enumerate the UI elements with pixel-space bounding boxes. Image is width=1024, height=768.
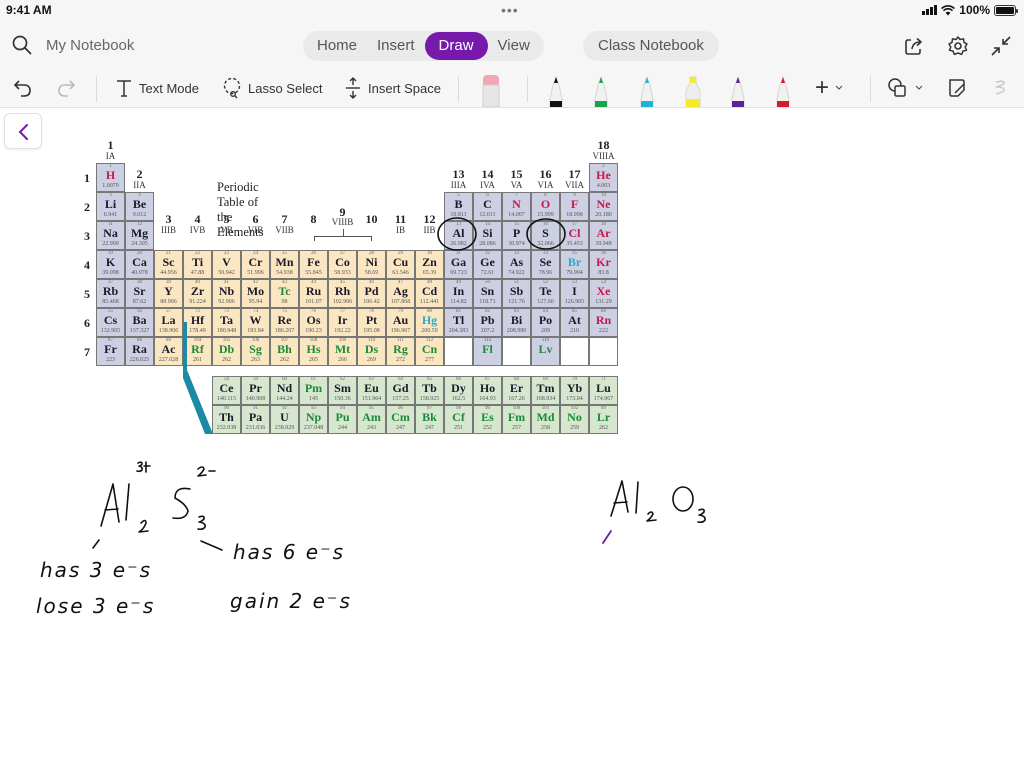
cellular-signal-icon — [922, 5, 938, 15]
battery-icon — [994, 4, 1018, 16]
toolbar-divider — [458, 76, 459, 102]
insert-space-icon — [346, 77, 360, 99]
tab-view[interactable]: View — [488, 32, 540, 60]
chevron-down-icon — [915, 85, 923, 90]
insert-space-label: Insert Space — [368, 80, 441, 96]
purple-pen-tool[interactable] — [728, 73, 748, 108]
note-al-has-electrons: has 3 e⁻s — [40, 558, 152, 582]
shapes-icon — [888, 78, 906, 97]
circle-ink-al — [437, 217, 477, 251]
note-canvas[interactable]: Periodic Table of the Elements 1 H 1.0079 2… — [0, 108, 1024, 768]
ink-sub-2 — [138, 519, 149, 533]
plus-icon: + — [815, 74, 830, 101]
battery-percent: 100% — [959, 3, 990, 17]
insert-space-button[interactable]: Insert Space — [344, 76, 441, 100]
ink-al-A — [100, 483, 120, 527]
wifi-icon — [941, 4, 956, 15]
red-pen-tool[interactable] — [773, 73, 793, 108]
ink-to-text-icon[interactable] — [990, 77, 1012, 99]
notebook-name[interactable]: My Notebook — [46, 37, 134, 54]
f-block-connector — [183, 322, 213, 434]
collapse-icon[interactable] — [990, 35, 1012, 57]
chevron-down-icon — [835, 85, 843, 90]
black-pen-tool[interactable] — [546, 73, 566, 108]
ink-al-l — [125, 483, 130, 521]
ink-al2o3-A — [610, 480, 629, 517]
redo-icon[interactable] — [55, 77, 77, 99]
multitasking-dots[interactable]: ••• — [501, 2, 519, 18]
toolbar-divider — [527, 76, 528, 102]
ink-al2o3-O — [672, 486, 694, 512]
battery-level — [996, 6, 1014, 14]
top-nav-bar: My Notebook Home Insert Draw View Class … — [0, 22, 1024, 70]
lasso-select-label: Lasso Select — [248, 80, 323, 96]
ink-tick-al — [92, 539, 100, 549]
lasso-icon — [223, 77, 241, 99]
note-al-lose-electrons: lose 3 e⁻s — [36, 594, 155, 618]
tab-draw[interactable]: Draw — [424, 32, 488, 60]
note-s-gain-electrons: gain 2 e⁻s — [230, 589, 352, 613]
ink-sub-3 — [197, 515, 206, 531]
lasso-select-button[interactable]: Lasso Select — [222, 76, 322, 100]
yellow-highlighter-tool[interactable] — [683, 73, 703, 108]
tab-class-notebook[interactable]: Class Notebook — [583, 31, 719, 61]
ink-line-s — [200, 540, 223, 551]
circle-ink-s — [526, 218, 566, 250]
note-s-has-electrons: has 6 e⁻s — [233, 540, 345, 564]
toolbar-divider — [870, 76, 871, 102]
add-pen-button[interactable]: + — [815, 74, 843, 101]
handwritten-ink-layer: has 3 e⁻s lose 3 e⁻s has 6 e⁻s gain 2 e⁻… — [36, 217, 706, 618]
text-mode-button[interactable]: Text Mode — [115, 76, 199, 100]
search-icon[interactable] — [12, 35, 32, 55]
text-cursor-icon — [117, 80, 131, 97]
draw-toolbar: Text Mode Lasso Select Insert Space + — [0, 70, 1024, 108]
settings-gear-icon[interactable] — [947, 35, 969, 57]
share-icon[interactable] — [903, 35, 925, 57]
ink-S — [172, 487, 191, 520]
ink-purple-tick — [602, 530, 612, 544]
ribbon-tabs: Home Insert Draw View — [303, 31, 544, 61]
text-mode-label: Text Mode — [139, 80, 199, 96]
ink-charge-3plus — [136, 461, 151, 473]
toolbar-divider — [96, 76, 97, 102]
eraser-tool[interactable] — [481, 73, 501, 108]
tab-insert[interactable]: Insert — [367, 32, 425, 60]
shapes-button[interactable] — [887, 76, 923, 100]
ink-charge-2minus — [197, 466, 216, 477]
ink-al2o3-sub2 — [646, 511, 657, 522]
ink-al2o3-l — [635, 481, 639, 514]
green-pen-tool[interactable] — [591, 73, 611, 108]
status-time: 9:41 AM — [6, 3, 52, 17]
ink-to-shape-icon[interactable] — [946, 77, 968, 99]
tab-home[interactable]: Home — [307, 32, 367, 60]
cyan-pen-tool[interactable] — [637, 73, 657, 108]
status-bar: 9:41 AM ••• 100% — [0, 0, 1024, 22]
undo-icon[interactable] — [12, 77, 34, 99]
status-indicators: 100% — [922, 3, 1018, 17]
ink-al2o3-sub3 — [697, 508, 706, 524]
